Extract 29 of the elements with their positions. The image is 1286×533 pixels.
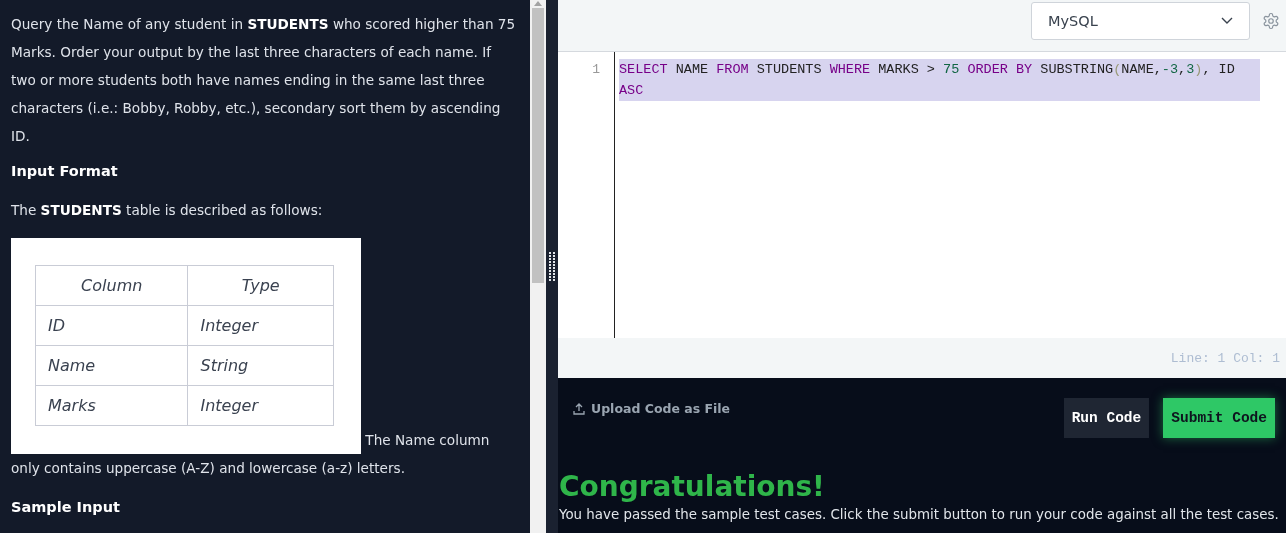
result-title: Congratulations! xyxy=(559,470,826,504)
scroll-up-icon[interactable] xyxy=(534,1,542,6)
table-description: The STUDENTS table is described as follows: xyxy=(11,201,324,220)
column-note: The Name column only contains uppercase (A-Z) and lowercase (a-z) letters. xyxy=(11,432,490,476)
cursor-position: Line: 1 Col: 1 xyxy=(1170,350,1280,366)
table-cell: Integer xyxy=(188,305,334,346)
table-cell: Marks xyxy=(35,385,188,426)
submit-code-button[interactable]: Submit Code xyxy=(1163,398,1275,438)
table-cell: Name xyxy=(35,345,188,386)
table-header-cell: Type xyxy=(188,265,334,306)
language-select[interactable]: MySQL xyxy=(1031,2,1250,40)
table-cell: ID xyxy=(35,305,188,346)
table-header-cell: Column xyxy=(35,265,188,306)
scrollbar-thumb[interactable] xyxy=(532,8,544,283)
settings-icon[interactable] xyxy=(1262,12,1280,30)
run-code-button[interactable]: Run Code xyxy=(1063,398,1150,438)
section-heading: Input Format xyxy=(11,162,119,181)
line-number: 1 xyxy=(591,61,600,79)
scrollbar[interactable] xyxy=(530,0,546,533)
upload-icon xyxy=(573,402,585,415)
upload-link[interactable]: Upload Code as File xyxy=(573,401,731,416)
grip-icon[interactable] xyxy=(549,251,555,282)
problem-description: Query the Name of any student in STUDENTS who scored higher than 75 Marks. Order your output by the last three characters of each name. If two or more students both have names ending in the same last three characters (i.e.: Bobby, Robby, etc.), secondary sort them by ascending ID. xyxy=(11,15,517,146)
section-heading: Sample Input xyxy=(11,498,121,517)
table-cell: String xyxy=(188,345,334,386)
resize-handle[interactable] xyxy=(546,0,558,533)
result-message: You have passed the sample test cases. Click the submit button to run your code against all the test cases. xyxy=(559,506,1280,524)
chevron-down-icon xyxy=(1221,17,1233,25)
table-cell: Integer xyxy=(188,385,334,426)
